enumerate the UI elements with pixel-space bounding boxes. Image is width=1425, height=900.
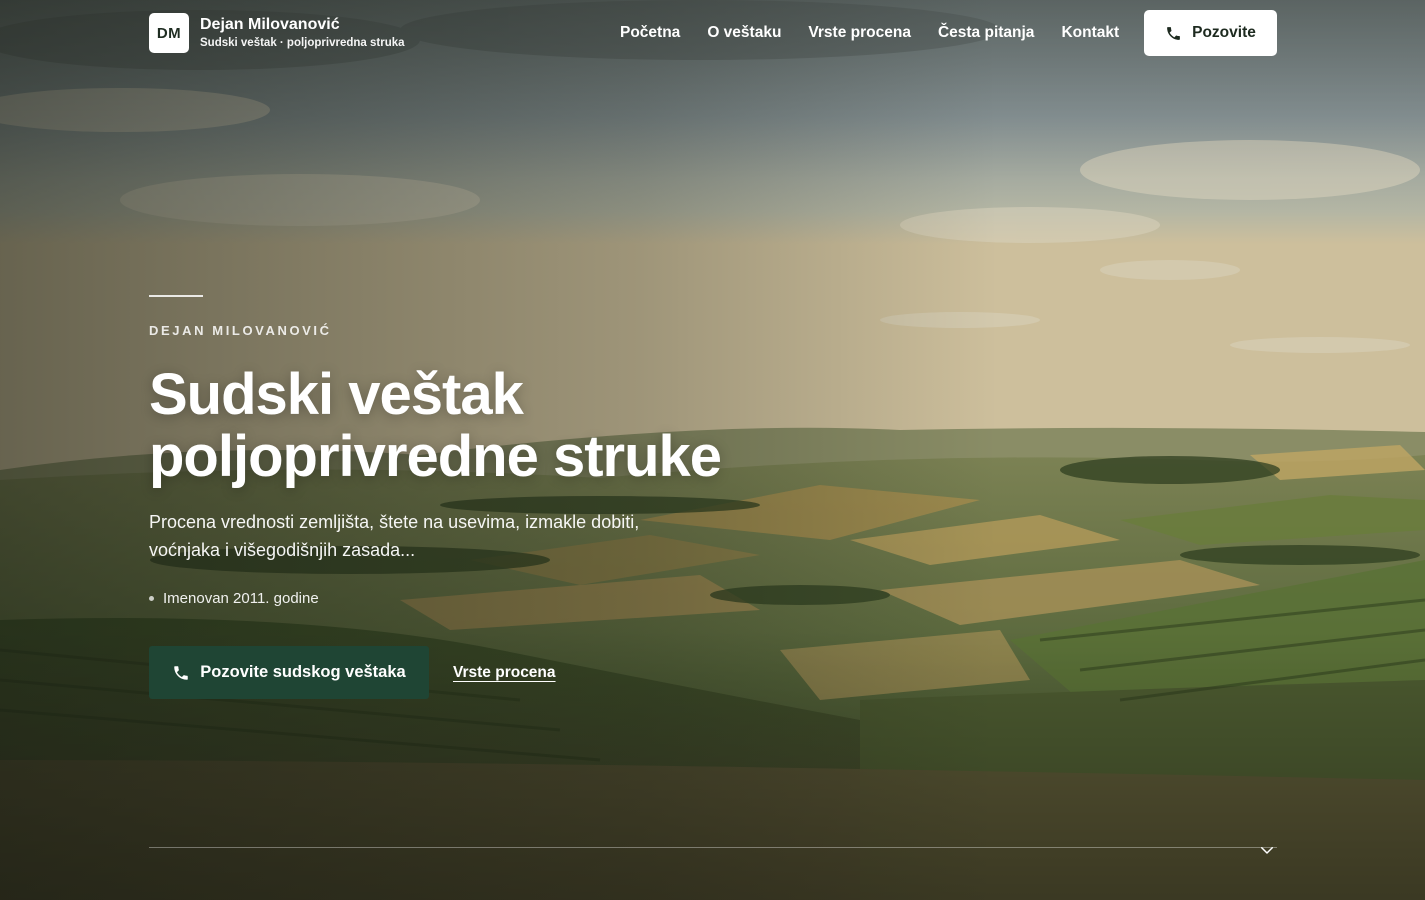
main-nav: Početna O veštaku Vrste procena Česta pi…: [620, 24, 1119, 42]
call-expert-label: Pozovite sudskog veštaka: [200, 663, 406, 681]
accent-line: [149, 295, 203, 297]
site-header: DM Dejan Milovanović Sudski veštak · pol…: [0, 0, 1425, 66]
brand-subtitle: Sudski veštak · poljoprivredna struka: [200, 36, 405, 49]
brand-logo: DM: [149, 13, 189, 53]
bullet-dot: [149, 596, 154, 601]
brand-name: Dejan Milovanović: [200, 16, 340, 34]
hero-headline-line-1: Sudski veštak: [149, 362, 524, 427]
brand-text: Dejan Milovanović Sudski veštak · poljop…: [200, 16, 405, 50]
phone-icon: [1167, 26, 1180, 40]
brand-home-link[interactable]: DM Dejan Milovanović Sudski veštak · pol…: [149, 13, 405, 53]
assessment-types-link[interactable]: Vrste procena: [453, 664, 556, 682]
nav-item-cesta-pitanja[interactable]: Česta pitanja: [938, 24, 1034, 42]
hero-headline: Sudski veštak poljoprivredne struke: [149, 362, 722, 489]
call-expert-button[interactable]: Pozovite sudskog veštaka: [149, 646, 429, 699]
header-call-button[interactable]: Pozovite: [1144, 10, 1277, 56]
phone-icon: [174, 665, 189, 680]
hero-description: Procena vrednosti zemljišta, štete na us…: [149, 512, 640, 560]
header-call-label: Pozovite: [1192, 24, 1256, 41]
nav-item-vrste-procena[interactable]: Vrste procena: [808, 24, 911, 42]
appointment-note: Imenovan 2011. godine: [149, 590, 319, 607]
nav-item-kontakt[interactable]: Kontakt: [1061, 24, 1119, 42]
nav-item-o-vestaku[interactable]: O veštaku: [707, 24, 781, 42]
nav-item-pocetna[interactable]: Početna: [620, 24, 680, 42]
appointment-text: Imenovan 2011. godine: [163, 590, 319, 607]
bottom-divider: [149, 847, 1277, 848]
chevron-down-icon[interactable]: [1258, 841, 1276, 859]
hero-headline-line-2: poljoprivredne struke: [149, 424, 722, 489]
hero-eyebrow: DEJAN MILOVANOVIĆ: [149, 323, 332, 338]
